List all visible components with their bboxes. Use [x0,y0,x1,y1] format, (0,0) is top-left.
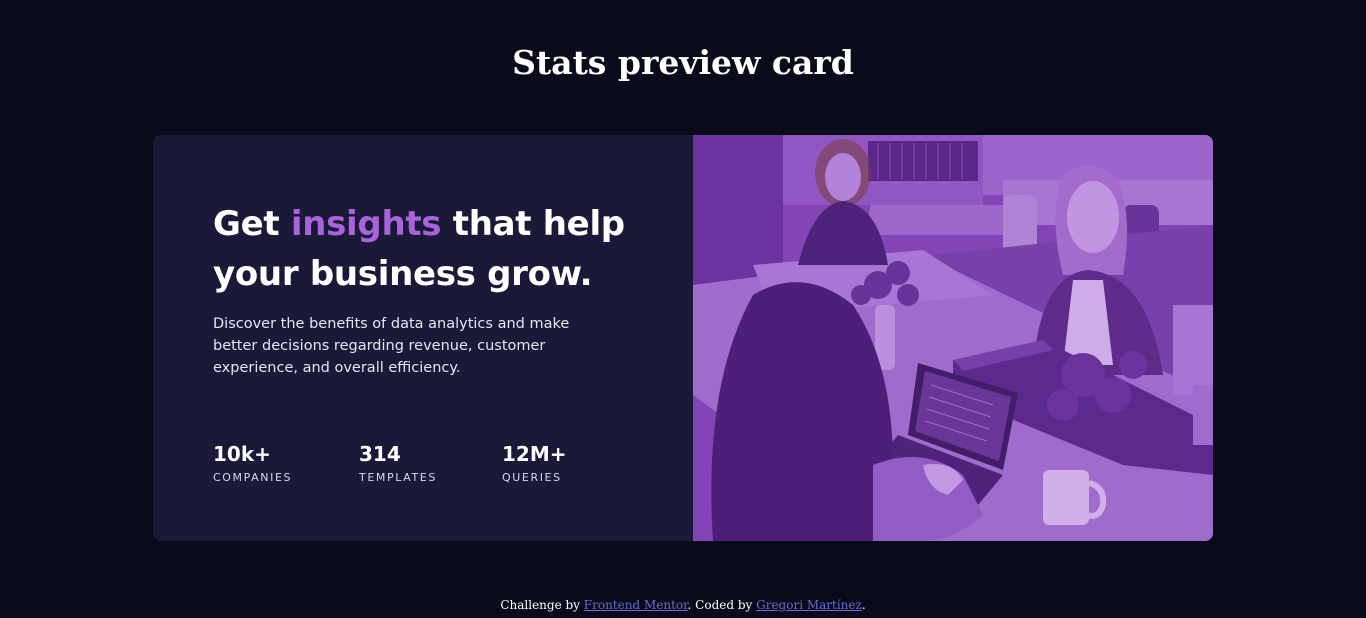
stat-label: QUERIES [502,471,562,484]
stat-templates: 314 TEMPLATES [359,440,502,486]
stat-label: COMPANIES [213,471,293,484]
card-headline: Get insights that help your business gro… [213,199,653,299]
stat-companies: 10k+ COMPANIES [213,440,359,486]
stats-preview-card: Get insights that help your business gro… [153,135,1213,541]
attribution-footer: Challenge by Frontend Mentor. Coded by G… [0,596,1366,614]
office-photo-illustration [693,135,1213,541]
header-image [693,135,1213,541]
footer-middle: . Coded by [687,598,757,612]
headline-part1: Get [213,204,291,244]
page-title: Stats preview card [512,43,854,82]
footer-prefix: Challenge by [500,598,584,612]
frontend-mentor-link[interactable]: Frontend Mentor [584,598,688,612]
headline-accent: insights [290,204,442,244]
stat-value: 314 [359,442,401,466]
stat-label: TEMPLATES [359,471,437,484]
card-description: Discover the benefits of data analytics … [213,316,570,376]
author-link[interactable]: Gregori Martínez [756,598,862,612]
stats-row: 10k+ COMPANIES 314 TEMPLATES 12M+ QUERIE… [213,440,622,486]
stat-queries: 12M+ QUERIES [502,440,622,486]
stat-value: 12M+ [502,442,567,466]
stat-value: 10k+ [213,442,271,466]
footer-suffix: . [861,598,866,612]
card-text-section: Get insights that help your business gro… [153,135,693,541]
